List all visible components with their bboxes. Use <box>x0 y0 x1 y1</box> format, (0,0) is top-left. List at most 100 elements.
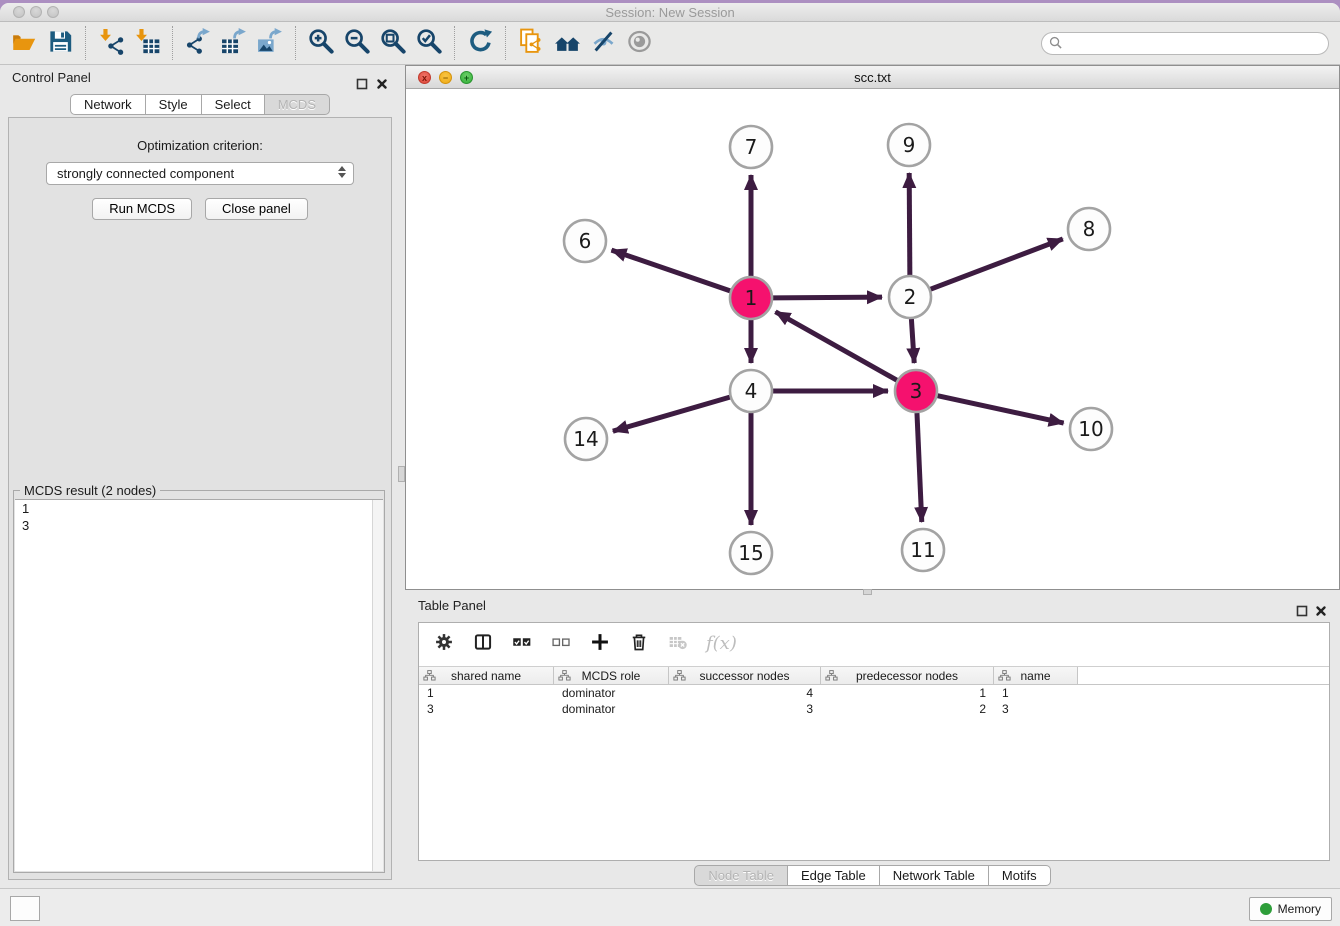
graph-node-6[interactable]: 6 <box>564 220 606 262</box>
column-header-label: name <box>1020 669 1050 683</box>
network-view-frame: x − + scc.txt 7968124314101511 <box>405 65 1340 590</box>
save-button[interactable] <box>42 24 78 62</box>
window-title: Session: New Session <box>0 3 1340 22</box>
add-button[interactable] <box>589 632 611 654</box>
graph-edge-2-9[interactable] <box>909 173 910 275</box>
memory-button[interactable]: Memory <box>1249 897 1332 921</box>
gear-icon <box>434 632 454 655</box>
tab-network-table[interactable]: Network Table <box>880 865 989 886</box>
column-header-label: predecessor nodes <box>856 669 958 683</box>
tab-select[interactable]: Select <box>202 94 265 115</box>
gear-button[interactable] <box>433 632 455 654</box>
close-panel-button[interactable]: Close panel <box>205 198 308 220</box>
export-network-button[interactable] <box>180 24 216 62</box>
graph-edge-3-1[interactable] <box>775 312 896 380</box>
result-scrollbar[interactable] <box>372 500 383 871</box>
zoom-out-button[interactable] <box>339 24 375 62</box>
hierarchy-icon <box>825 670 838 682</box>
tab-style[interactable]: Style <box>146 94 202 115</box>
graph-node-4[interactable]: 4 <box>730 370 772 412</box>
trash-button[interactable] <box>628 632 650 654</box>
table-cell: 1 <box>419 685 554 701</box>
import-network-button[interactable] <box>93 24 129 62</box>
svg-text:14: 14 <box>573 427 598 451</box>
graph-node-10[interactable]: 10 <box>1070 408 1112 450</box>
tab-motifs[interactable]: Motifs <box>989 865 1051 886</box>
open-folder-button[interactable] <box>6 24 42 62</box>
column-header-successor-nodes[interactable]: successor nodes <box>669 667 821 684</box>
tab-node-table[interactable]: Node Table <box>694 865 788 886</box>
refresh-button[interactable] <box>462 24 498 62</box>
mcds-result-area[interactable]: 13 <box>15 499 383 871</box>
graph-node-11[interactable]: 11 <box>902 529 944 571</box>
export-network-icon <box>185 28 212 58</box>
main-toolbar <box>0 22 1340 65</box>
run-mcds-button[interactable]: Run MCDS <box>92 198 192 220</box>
table-row[interactable]: 1dominator411 <box>419 685 1329 701</box>
graph-edge-3-10[interactable] <box>937 396 1063 423</box>
graph-edge-1-2[interactable] <box>773 297 882 298</box>
search-input[interactable] <box>1066 37 1328 51</box>
tab-network[interactable]: Network <box>70 94 146 115</box>
svg-text:3: 3 <box>910 379 923 403</box>
network-title: scc.txt <box>406 66 1339 89</box>
tab-edge-table[interactable]: Edge Table <box>788 865 880 886</box>
column-header-shared-name[interactable]: shared name <box>419 667 554 684</box>
close-table-panel-icon[interactable] <box>1315 601 1327 613</box>
show-all-button[interactable] <box>621 24 657 62</box>
columns-button[interactable] <box>472 632 494 654</box>
deselect-checks-button[interactable] <box>550 632 572 654</box>
graph-node-1[interactable]: 1 <box>730 277 772 319</box>
graph-node-3[interactable]: 3 <box>895 370 937 412</box>
graph-node-2[interactable]: 2 <box>889 276 931 318</box>
home-button[interactable] <box>549 24 585 62</box>
graph-node-8[interactable]: 8 <box>1068 208 1110 250</box>
zoom-in-button[interactable] <box>303 24 339 62</box>
close-panel-icon[interactable] <box>376 73 388 85</box>
graph-node-14[interactable]: 14 <box>565 418 607 460</box>
column-header-predecessor-nodes[interactable]: predecessor nodes <box>821 667 994 684</box>
zoom-fit-button[interactable] <box>375 24 411 62</box>
network-canvas[interactable]: 7 9 6 8 1 2 4 3 14 10 15 11 <box>406 89 1339 589</box>
select-all-checks-button[interactable] <box>511 632 533 654</box>
mcds-result-group: MCDS result (2 nodes) 13 <box>13 490 385 873</box>
zoom-selected-button[interactable] <box>411 24 447 62</box>
table-cell: dominator <box>554 701 669 717</box>
optimization-criterion-select[interactable]: strongly connected component <box>46 162 354 185</box>
graph-node-9[interactable]: 9 <box>888 124 930 166</box>
export-image-button[interactable] <box>252 24 288 62</box>
control-panel-tabs: NetworkStyleSelectMCDS <box>0 94 400 115</box>
graph-edge-2-8[interactable] <box>931 239 1063 289</box>
vertical-splitter-grip[interactable] <box>398 466 405 482</box>
table-row[interactable]: 3dominator323 <box>419 701 1329 717</box>
column-header-MCDS-role[interactable]: MCDS role <box>554 667 669 684</box>
search-box[interactable] <box>1041 32 1329 55</box>
hide-selected-button[interactable] <box>585 24 621 62</box>
graph-edge-4-14[interactable] <box>613 397 730 431</box>
control-panel-title: Control Panel <box>12 70 91 85</box>
open-folder-icon <box>11 28 38 58</box>
graph-edge-2-3[interactable] <box>911 319 914 363</box>
graph-edge-1-6[interactable] <box>611 250 730 291</box>
trash-icon <box>629 632 649 655</box>
copy-network-button[interactable] <box>513 24 549 62</box>
column-header-label: shared name <box>451 669 521 683</box>
graph-edge-3-11[interactable] <box>917 413 922 522</box>
toolbar-separator <box>505 26 506 60</box>
column-header-name[interactable]: name <box>994 667 1078 684</box>
refresh-icon <box>467 28 494 58</box>
import-table-button[interactable] <box>129 24 165 62</box>
toolbar-separator <box>85 26 86 60</box>
svg-text:10: 10 <box>1078 417 1103 441</box>
tab-mcds[interactable]: MCDS <box>265 94 330 115</box>
task-history-button[interactable] <box>10 896 40 921</box>
svg-text:9: 9 <box>903 133 916 157</box>
float-panel-icon[interactable] <box>356 73 368 85</box>
graph-node-15[interactable]: 15 <box>730 532 772 574</box>
show-all-icon <box>626 28 653 58</box>
svg-text:8: 8 <box>1083 217 1096 241</box>
network-graph[interactable]: 7 9 6 8 1 2 4 3 14 10 15 11 <box>406 89 1339 590</box>
export-table-button[interactable] <box>216 24 252 62</box>
graph-node-7[interactable]: 7 <box>730 126 772 168</box>
float-table-panel-icon[interactable] <box>1296 601 1308 613</box>
